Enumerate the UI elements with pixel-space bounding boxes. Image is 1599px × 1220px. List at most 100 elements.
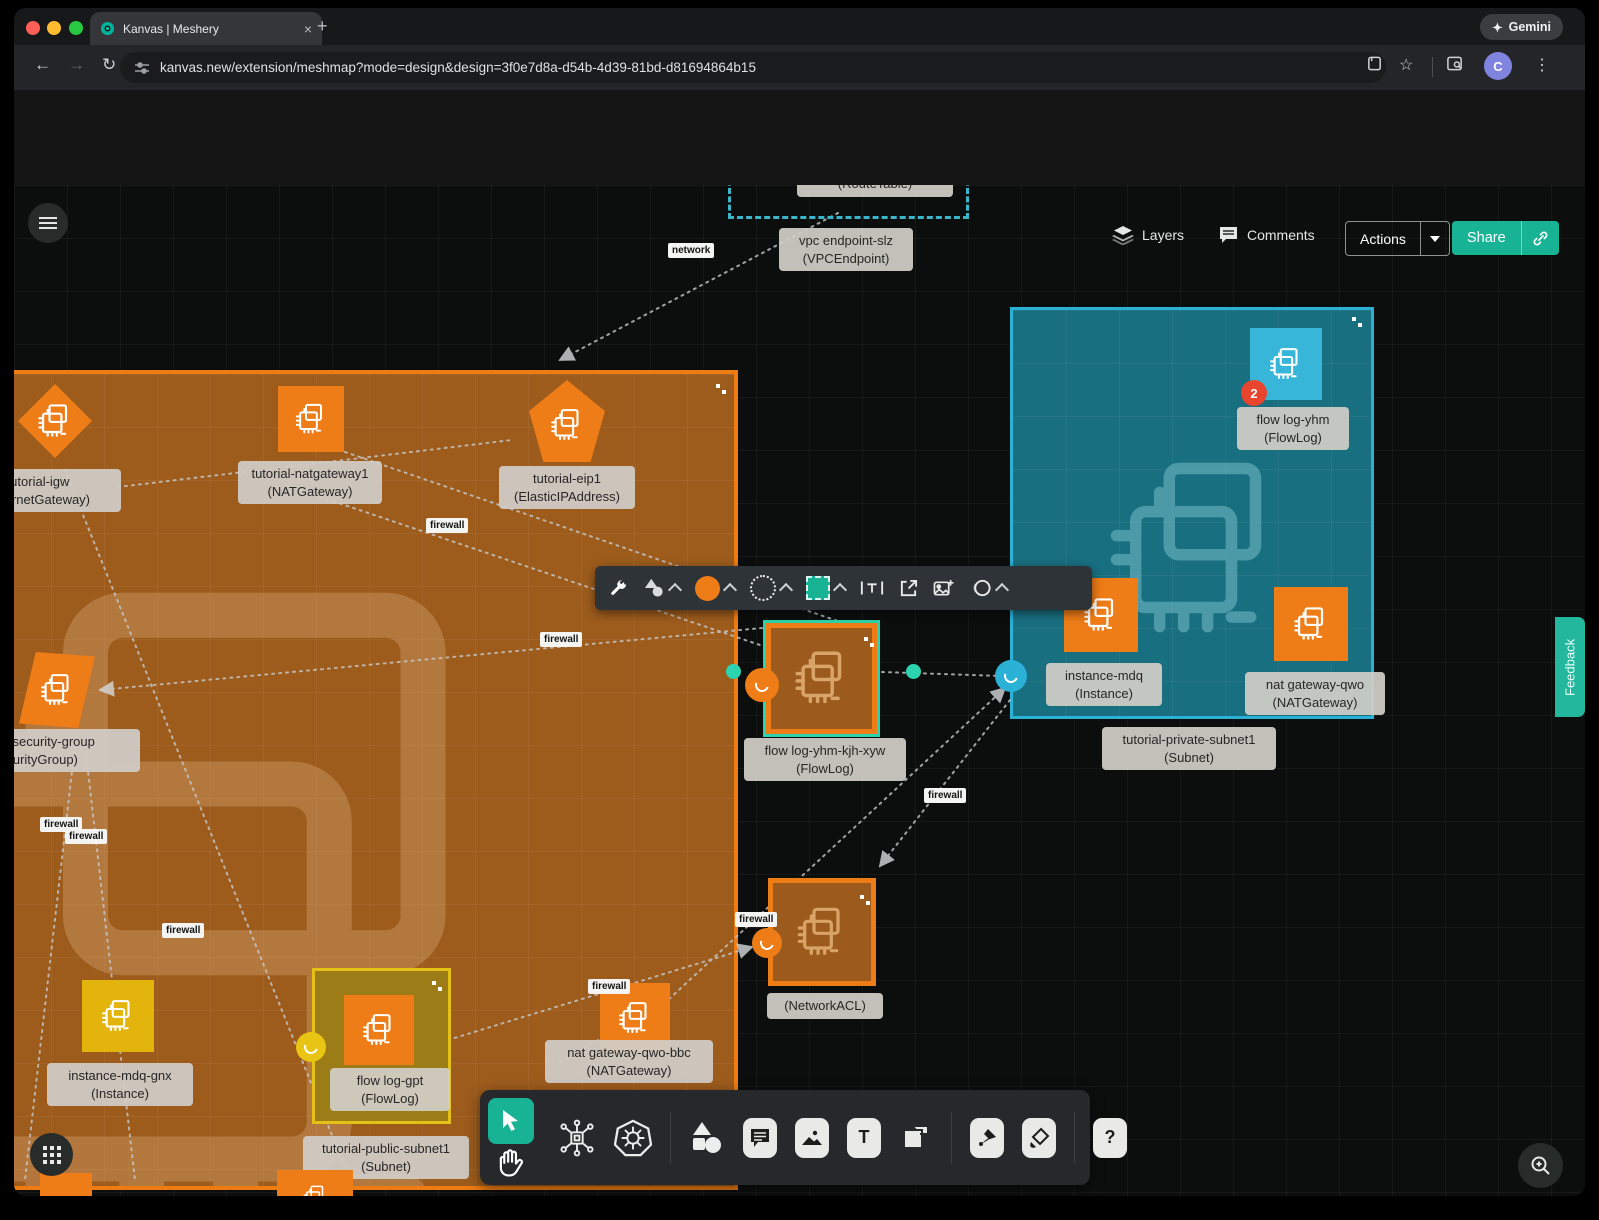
node-partial-bottom-1[interactable] bbox=[40, 1173, 92, 1196]
add-image-icon[interactable] bbox=[933, 579, 954, 598]
node-label-natgw-bbc[interactable]: nat gateway-qwo-bbc(NATGateway) bbox=[545, 1040, 713, 1083]
selected-node-edge-badge[interactable] bbox=[745, 668, 779, 702]
dashed-circle-icon bbox=[750, 575, 776, 601]
share-button[interactable]: Share bbox=[1452, 221, 1559, 255]
actions-dropdown-arrow[interactable] bbox=[1420, 222, 1449, 255]
node-nat-gateway-qwo[interactable] bbox=[1274, 587, 1348, 661]
selected-node-corner-mark bbox=[864, 637, 874, 647]
acl-edge-badge[interactable] bbox=[752, 928, 782, 958]
group-tool-button[interactable] bbox=[969, 578, 1007, 598]
node-label-flow-log-kjh[interactable]: flow log-yhm-kjh-xyw(FlowLog) bbox=[744, 738, 906, 781]
node-flow-log-gpt[interactable] bbox=[344, 995, 414, 1065]
mac-minimize-button[interactable] bbox=[47, 21, 61, 35]
chip-icon bbox=[97, 995, 139, 1037]
vpc-box-corner-mark bbox=[716, 384, 726, 394]
chip-icon bbox=[358, 1009, 400, 1051]
image-tool[interactable] bbox=[795, 1118, 829, 1158]
edge-label-firewall-7: firewall bbox=[735, 912, 777, 927]
shapes-tool-icon[interactable] bbox=[689, 1121, 725, 1155]
zoom-button[interactable] bbox=[1518, 1143, 1563, 1188]
tools-wrench-icon[interactable] bbox=[609, 579, 628, 598]
address-bar[interactable]: kanvas.new/extension/meshmap?mode=design… bbox=[120, 52, 1386, 83]
site-settings-icon[interactable] bbox=[134, 60, 150, 76]
feedback-tab[interactable]: Feedback bbox=[1555, 617, 1585, 717]
pan-tool[interactable] bbox=[496, 1148, 524, 1185]
node-nat-gateway-1[interactable] bbox=[278, 386, 344, 452]
flow-log-yhm-count-badge: 2 bbox=[1241, 380, 1267, 406]
new-tab-button[interactable]: + bbox=[317, 16, 328, 37]
node-label-eip1[interactable]: tutorial-eip1(ElasticIPAddress) bbox=[499, 466, 635, 509]
pen-tool[interactable] bbox=[970, 1118, 1004, 1158]
widgets-grid-button[interactable] bbox=[30, 1133, 73, 1176]
node-label-network-acl[interactable]: (NetworkACL) bbox=[767, 993, 883, 1019]
layers-button[interactable]: Layers bbox=[1112, 225, 1184, 245]
node-label-natgw-qwo[interactable]: nat gateway-qwo(NATGateway) bbox=[1245, 672, 1385, 715]
toolbar-divider bbox=[1074, 1112, 1075, 1164]
node-instance-gnx[interactable] bbox=[82, 980, 154, 1052]
rename-width-icon[interactable] bbox=[860, 579, 884, 597]
node-label-security-group[interactable]: tutorial-security-group(SecurityGroup) bbox=[14, 729, 140, 772]
node-label-igw[interactable]: tutorial-igw(InternetGateway) bbox=[14, 469, 121, 512]
comment-tool[interactable] bbox=[743, 1118, 777, 1158]
freehand-draw-tool[interactable] bbox=[1022, 1118, 1056, 1158]
dock-toolbar: T ? bbox=[480, 1090, 1090, 1185]
edge-handle-left[interactable] bbox=[726, 664, 741, 679]
mac-close-button[interactable] bbox=[26, 21, 40, 35]
node-partial-bottom-2[interactable] bbox=[277, 1170, 353, 1196]
node-label-vpc-endpoint[interactable]: vpc endpoint-slz(VPCEndpoint) bbox=[779, 228, 913, 271]
node-label-instance-mdq[interactable]: instance-mdq(Instance) bbox=[1046, 663, 1162, 706]
edge-label-network: network bbox=[668, 243, 714, 258]
node-label-instance-gnx[interactable]: instance-mdq-gnx(Instance) bbox=[47, 1063, 193, 1106]
gpt-edge-badge[interactable] bbox=[296, 1032, 326, 1062]
actions-button[interactable]: Actions bbox=[1345, 221, 1450, 256]
shape-tool-button[interactable] bbox=[643, 578, 680, 598]
gemini-button[interactable]: ✦ Gemini bbox=[1480, 14, 1563, 40]
chip-icon bbox=[790, 900, 854, 964]
share-link-icon[interactable] bbox=[1521, 221, 1559, 255]
comments-button[interactable]: Comments bbox=[1218, 225, 1315, 245]
chevron-up-icon bbox=[723, 583, 737, 597]
forward-icon[interactable]: → bbox=[68, 55, 85, 75]
color-tool-button[interactable] bbox=[695, 576, 735, 601]
node-flow-log-kjh-selected[interactable] bbox=[763, 620, 880, 737]
text-tool[interactable]: T bbox=[847, 1118, 881, 1158]
reload-icon[interactable]: ↻ bbox=[102, 55, 116, 75]
toolbar-divider bbox=[1432, 57, 1433, 77]
canvas-menu-button[interactable] bbox=[28, 203, 68, 243]
node-label-flow-log-yhm[interactable]: flow log-yhm(FlowLog) bbox=[1237, 407, 1349, 450]
shape-fill-button[interactable] bbox=[806, 576, 845, 600]
bookmark-star-icon[interactable]: ☆ bbox=[1399, 55, 1413, 75]
kubernetes-tool-icon[interactable] bbox=[614, 1119, 652, 1157]
cursor-icon bbox=[500, 1109, 522, 1133]
chevron-up-icon bbox=[833, 583, 847, 597]
subnet-edge-badge[interactable] bbox=[995, 660, 1027, 692]
tab-title: Kanvas | Meshery bbox=[123, 22, 296, 36]
node-label-private-subnet[interactable]: tutorial-private-subnet1(Subnet) bbox=[1102, 727, 1276, 770]
chevron-up-icon bbox=[779, 583, 793, 597]
sticky-note-tool[interactable] bbox=[899, 1118, 933, 1158]
tab-close-icon[interactable]: × bbox=[304, 21, 312, 37]
border-style-button[interactable] bbox=[750, 575, 791, 601]
toolbar-divider bbox=[670, 1112, 671, 1164]
node-label-routetable[interactable]: (RouteTable) bbox=[797, 185, 953, 197]
open-in-new-icon[interactable] bbox=[899, 579, 918, 598]
url-text: kanvas.new/extension/meshmap?mode=design… bbox=[160, 60, 756, 75]
browser-tab[interactable]: Kanvas | Meshery × bbox=[90, 12, 322, 45]
browser-menu-icon[interactable]: ⋮ bbox=[1534, 55, 1550, 75]
edge-handle-right[interactable] bbox=[906, 664, 921, 679]
node-label-natgateway1[interactable]: tutorial-natgateway1(NATGateway) bbox=[238, 461, 382, 504]
chip-icon bbox=[1289, 602, 1333, 646]
select-tool-active[interactable] bbox=[488, 1098, 534, 1144]
side-panel-search-icon[interactable] bbox=[1446, 55, 1464, 72]
help-tool[interactable]: ? bbox=[1093, 1118, 1127, 1158]
bookmark-panel-icon[interactable] bbox=[1366, 55, 1383, 72]
mac-zoom-button[interactable] bbox=[69, 21, 83, 35]
kanvas-header: KANVAS / / aws ec2.yaml 0 bbox=[14, 90, 1585, 186]
node-label-flow-log-gpt[interactable]: flow log-gpt(FlowLog) bbox=[330, 1068, 450, 1111]
design-canvas[interactable]: (RouteTable) vpc endpoint-slz(VPCEndpoin… bbox=[14, 185, 1585, 1196]
back-icon[interactable]: ← bbox=[34, 55, 51, 75]
edge-label-firewall-1: firewall bbox=[426, 518, 468, 533]
meshsync-component-icon[interactable] bbox=[558, 1119, 596, 1157]
subnet-box-corner-mark bbox=[1352, 317, 1362, 327]
browser-profile-avatar[interactable]: C bbox=[1484, 52, 1512, 80]
